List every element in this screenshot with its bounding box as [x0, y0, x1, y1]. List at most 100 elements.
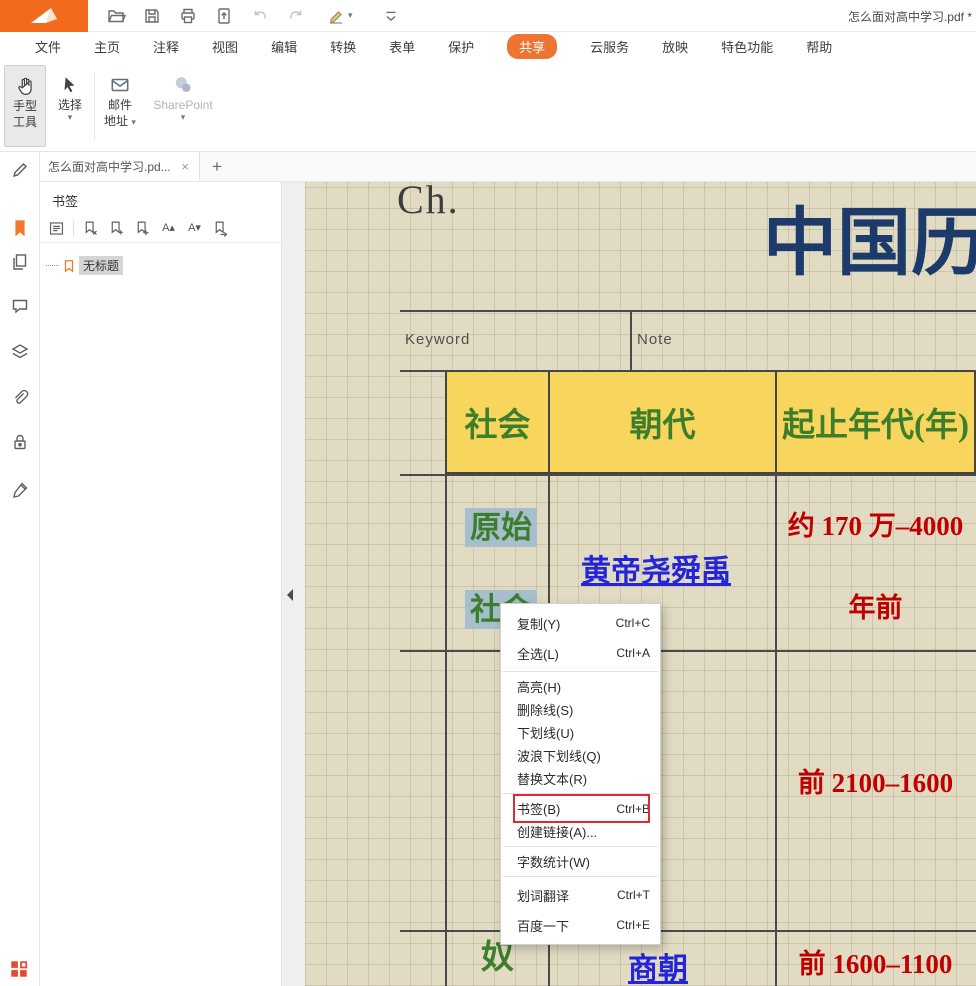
dashboard-button[interactable] [8, 958, 30, 980]
ribbon-tab-bar: 文件 主页 注释 视图 编辑 转换 表单 保护 共享 云服务 放映 特色功能 帮… [0, 32, 976, 60]
context-menu-item-select-all[interactable]: 全选(L) Ctrl+A [501, 638, 660, 668]
annotate-pen-button[interactable] [10, 160, 30, 180]
caret-down-icon: ▾ [181, 113, 186, 122]
redo-button[interactable] [284, 4, 308, 28]
toolbar-separator [73, 221, 74, 236]
collapse-all-icon: A▾ [188, 223, 201, 234]
signature-pen-icon [10, 480, 30, 500]
table-border [400, 650, 976, 652]
context-menu-item-translate[interactable]: 划词翻译 Ctrl+T [501, 880, 660, 910]
bookmarks-panel-button[interactable] [10, 218, 30, 238]
tree-connector [46, 265, 59, 266]
menu-tab-view[interactable]: 视图 [212, 35, 238, 58]
menu-tab-home[interactable]: 主页 [94, 35, 120, 58]
cursor-select-icon [59, 73, 81, 97]
table-border [630, 310, 632, 370]
expand-all-button[interactable]: A▴ [159, 219, 178, 238]
menu-tab-cloud[interactable]: 云服务 [590, 35, 629, 58]
bookmark-item-label: 无标题 [79, 256, 123, 275]
menu-tab-features[interactable]: 特色功能 [721, 35, 773, 58]
delete-bookmark-button[interactable] [81, 219, 100, 238]
document-tab[interactable]: 怎么面对高中学习.pd... × [40, 152, 200, 181]
paperclip-icon [10, 388, 30, 408]
signature-panel-button[interactable] [10, 480, 30, 500]
layers-panel-button[interactable] [10, 342, 30, 362]
quick-access-toolbar: ▾ [104, 4, 403, 28]
context-menu-item-word-count[interactable]: 字数统计(W) [501, 850, 660, 873]
keyword-column-label: Keyword [405, 331, 470, 348]
context-menu-item-strikethrough[interactable]: 删除线(S) [501, 698, 660, 721]
locate-bookmark-button[interactable] [211, 219, 230, 238]
open-file-button[interactable] [104, 4, 128, 28]
context-menu-item-highlight[interactable]: 高亮(H) [501, 675, 660, 698]
page-big-title: 中国历 [763, 204, 976, 285]
navigation-panel-strip [0, 152, 40, 986]
menu-tab-comment[interactable]: 注释 [153, 35, 179, 58]
menu-tab-convert[interactable]: 转换 [330, 35, 356, 58]
bookmark-icon [62, 259, 76, 273]
collapse-all-button[interactable]: A▾ [185, 219, 204, 238]
collapse-panel-button[interactable] [284, 586, 296, 604]
pdf-application-window: ▾ 怎么面对高中学习.pdf * 文件 主页 注释 视图 编辑 转换 表单 保护… [0, 0, 976, 986]
table-border [400, 474, 976, 476]
context-menu-item-create-link[interactable]: 创建链接(A)... [501, 820, 660, 843]
undo-button[interactable] [248, 4, 272, 28]
link-shang-dynasty[interactable]: 商朝 [628, 944, 688, 986]
security-panel-button[interactable] [10, 432, 30, 452]
toolbar-customize-button[interactable] [379, 4, 403, 28]
hand-tool-button[interactable]: 手型 工具 [4, 65, 46, 147]
attachments-panel-button[interactable] [10, 388, 30, 408]
context-menu-item-baidu-search[interactable]: 百度一下 Ctrl+E [501, 910, 660, 940]
menu-tab-share[interactable]: 共享 [507, 34, 557, 59]
sharepoint-button[interactable]: SharePoint ▾ [150, 65, 216, 147]
menu-tab-help[interactable]: 帮助 [806, 35, 832, 58]
pen-icon [10, 160, 30, 180]
add-bookmark-button[interactable] [107, 219, 126, 238]
bookmarks-panel-title: 书签 [40, 182, 281, 215]
quick-tool-dropdown-button[interactable]: ▾ [326, 6, 353, 26]
comment-bubble-icon [10, 296, 30, 316]
link-huangdi-yao-shun-yu[interactable]: 黄帝尧舜禹 [581, 546, 731, 590]
highlighter-tool-icon [326, 6, 346, 26]
lock-icon [10, 432, 30, 452]
comments-panel-button[interactable] [10, 296, 30, 316]
caret-down-icon: ▾ [131, 117, 136, 127]
bookmark-icon [10, 218, 30, 238]
collapse-left-icon [284, 586, 296, 604]
export-button[interactable] [212, 4, 236, 28]
save-button[interactable] [140, 4, 164, 28]
envelope-icon [109, 73, 131, 97]
note-column-label: Note [637, 331, 673, 348]
menu-tab-slideshow[interactable]: 放映 [662, 35, 688, 58]
menu-tab-edit[interactable]: 编辑 [271, 35, 297, 58]
document-tab-label: 怎么面对高中学习.pd... [48, 158, 179, 175]
add-tab-button[interactable]: + [212, 158, 222, 175]
ribbon-separator [94, 72, 95, 140]
mail-address-button[interactable]: 邮件 地址 ▾ [98, 65, 142, 147]
context-menu-item-bookmark[interactable]: 书签(B) Ctrl+B [501, 797, 660, 820]
print-button[interactable] [176, 4, 200, 28]
menu-tab-form[interactable]: 表单 [389, 35, 415, 58]
page-thumbnails-button[interactable] [10, 252, 30, 272]
select-tool-button[interactable]: 选择 ▾ [50, 65, 90, 147]
add-child-bookmark-button[interactable] [133, 219, 152, 238]
tab-close-icon[interactable]: × [179, 159, 191, 174]
panel-gutter [282, 182, 305, 986]
date-range-1a: 约 170 万–4000 [775, 504, 976, 543]
context-menu-item-replace-text[interactable]: 替换文本(R) [501, 767, 660, 790]
context-menu-item-squiggly-underline[interactable]: 波浪下划线(Q) [501, 744, 660, 767]
menu-tab-file[interactable]: 文件 [35, 35, 61, 58]
bookmarks-panel: 书签 [40, 182, 282, 986]
context-menu-item-copy[interactable]: 复制(Y) Ctrl+C [501, 608, 660, 638]
panel-menu-button[interactable] [47, 219, 66, 238]
menu-tab-protect[interactable]: 保护 [448, 35, 474, 58]
hand-icon [14, 74, 36, 98]
bookmark-tree-item[interactable]: 无标题 [46, 256, 275, 275]
ribbon-toolbar: 手型 工具 选择 ▾ 邮件 地址 ▾ SharePoint ▾ [0, 60, 976, 152]
chapter-label: Ch. [397, 182, 460, 223]
chevron-down-icon [382, 7, 400, 25]
app-logo[interactable] [0, 0, 88, 32]
table-header-dynasty: 朝代 [548, 370, 777, 474]
context-menu-item-underline[interactable]: 下划线(U) [501, 721, 660, 744]
redo-icon [286, 6, 306, 26]
